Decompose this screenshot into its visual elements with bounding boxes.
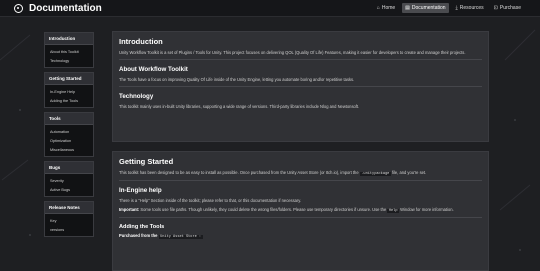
sidebar-group-getting-started: Getting Started In-Engine Help Adding th… [44, 72, 94, 108]
sidebar-item-miscellaneous[interactable]: Miscellaneous [45, 145, 93, 154]
help-text: There is a "Help" Section inside of the … [119, 198, 302, 203]
about-title: About Workflow Toolkit [119, 66, 188, 73]
important-text: Some tools use file paths. Though unlike… [140, 207, 387, 212]
getting-started-panel: Getting Started This toolkit has been de… [112, 151, 489, 271]
sidebar-group-release-notes: Release Notes Key versions [44, 201, 94, 237]
site-title: Documentation [29, 2, 102, 14]
about-text: The Tools have a focus on improving Qual… [119, 77, 355, 82]
sidebar-item-active-bugs[interactable]: Active Bugs [45, 185, 93, 194]
sidebar-group-introduction: Introduction About this Toolkit Technolo… [44, 32, 94, 68]
in-engine-help-title: In-Engine help [119, 187, 162, 194]
nav-documentation-label: Documentation [411, 5, 446, 11]
nav-resources-label: Resources [459, 5, 484, 11]
sidebar-item-technology[interactable]: Technology [45, 56, 93, 65]
brand[interactable]: Documentation [14, 3, 102, 14]
gs-text-before: This toolkit has been designed to be as … [119, 170, 359, 175]
nav-documentation[interactable]: ▤ Documentation [402, 3, 449, 13]
home-icon: ⌂ [376, 5, 380, 11]
sidebar-heading[interactable]: Bugs [45, 162, 93, 174]
sidebar-heading[interactable]: Tools [45, 113, 93, 125]
sidebar-item-automation[interactable]: Automation [45, 127, 93, 136]
divider [119, 86, 482, 87]
section-title-introduction: Introduction [119, 37, 163, 46]
sidebar-group-tools: Tools Automation Optimization Miscellane… [44, 112, 94, 157]
download-icon: ⤓ [455, 5, 458, 11]
important-note: Important: Some tools use file paths. Th… [119, 207, 482, 214]
sidebar-item-adding-tools[interactable]: Adding the Tools [45, 96, 93, 105]
sidebar-item-in-engine-help[interactable]: In-Engine Help [45, 87, 93, 96]
sidebar-item-versions[interactable]: versions [45, 225, 93, 234]
sidebar-heading[interactable]: Introduction [45, 33, 93, 45]
divider [119, 59, 482, 60]
sidebar-item-optimization[interactable]: Optimization [45, 136, 93, 145]
nav-purchase-label: Purchase [499, 5, 521, 11]
important-after: Window for more information. [400, 207, 454, 212]
nav-links: ⌂ Home ▤ Documentation ⤓ Resources ⊡ Pur… [374, 3, 524, 13]
nav-home[interactable]: ⌂ Home [374, 3, 398, 13]
nav-home-label: Home [381, 5, 396, 11]
unitypackage-code: .unitypackage [359, 172, 391, 176]
help-code: Help [387, 209, 400, 213]
technology-title: Technology [119, 93, 154, 100]
sidebar-heading[interactable]: Release Notes [45, 202, 93, 214]
nav-purchase[interactable]: ⊡ Purchase [491, 3, 524, 13]
section-title-getting-started: Getting Started [119, 157, 174, 166]
sidebar-heading[interactable]: Getting Started [45, 73, 93, 85]
sidebar-item-about[interactable]: About this Toolkit [45, 47, 93, 56]
divider [119, 180, 482, 181]
sidebar: Introduction About this Toolkit Technolo… [44, 32, 94, 241]
cart-icon: ⊡ [493, 5, 498, 11]
logo-icon [14, 3, 23, 13]
sidebar-group-bugs: Bugs Severity Active Bugs [44, 161, 94, 197]
top-navbar: Documentation ⌂ Home ▤ Documentation ⤓ R… [0, 0, 540, 17]
asset-store-code: Unity Asset Store : [158, 235, 203, 239]
sidebar-item-severity[interactable]: Severity [45, 176, 93, 185]
adding-tools-title: Adding the Tools [119, 224, 165, 230]
intro-text: Unity Workflow Toolkit is a set of Plugi… [119, 50, 466, 55]
nav-resources[interactable]: ⤓ Resources [453, 3, 487, 13]
purchased-label: Purchased from the [119, 233, 158, 238]
book-icon: ▤ [405, 5, 410, 11]
important-label: Important: [119, 207, 140, 212]
divider [119, 217, 482, 218]
introduction-panel: Introduction Unity Workflow Toolkit is a… [112, 31, 489, 142]
technology-text: This toolkit mainly uses in-built Unity … [119, 104, 360, 109]
getting-started-text: This toolkit has been designed to be as … [119, 170, 482, 177]
sidebar-item-key[interactable]: Key [45, 216, 93, 225]
purchased-line: Purchased from the Unity Asset Store : [119, 233, 482, 239]
gs-text-after: file, and you're set. [391, 170, 427, 175]
